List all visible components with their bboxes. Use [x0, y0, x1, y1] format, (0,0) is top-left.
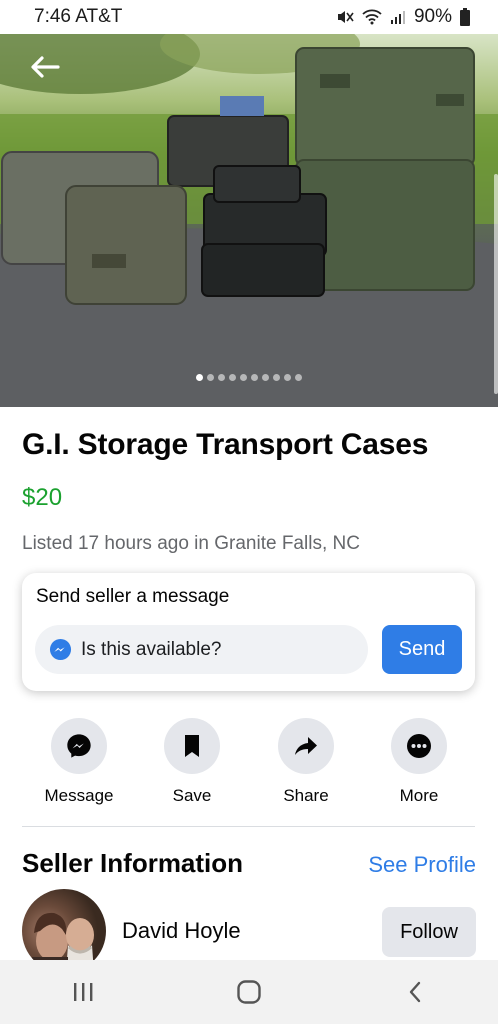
send-message-card: Send seller a message Is this available?…	[22, 573, 475, 691]
send-button[interactable]: Send	[382, 625, 462, 674]
pager-dot[interactable]	[251, 374, 258, 381]
back-arrow-icon	[31, 56, 60, 78]
listing-title: G.I. Storage Transport Cases	[22, 428, 429, 461]
status-carrier: AT&T	[75, 6, 123, 27]
message-action-label: Message	[44, 786, 114, 805]
more-action[interactable]: More	[374, 718, 464, 806]
home-button[interactable]	[219, 972, 279, 1012]
seller-section-title: Seller Information	[22, 848, 244, 878]
back-button[interactable]	[28, 54, 62, 80]
status-time: 7:46	[34, 6, 71, 27]
more-action-label: More	[399, 786, 439, 805]
bookmark-icon	[185, 735, 199, 757]
pager-dot[interactable]	[196, 374, 203, 381]
save-action[interactable]: Save	[147, 718, 237, 806]
share-action-circle	[278, 718, 334, 774]
status-left: 7:46 AT&T	[34, 6, 122, 28]
pager-dot[interactable]	[262, 374, 269, 381]
message-input[interactable]: Is this available?	[35, 625, 368, 674]
save-action-circle	[164, 718, 220, 774]
pager-dot[interactable]	[229, 374, 236, 381]
pager-dot[interactable]	[284, 374, 291, 381]
see-profile-link[interactable]: See Profile	[368, 852, 476, 878]
pager-dot[interactable]	[240, 374, 247, 381]
system-back-button[interactable]	[385, 972, 445, 1012]
scroll-indicator	[494, 174, 498, 394]
pager-dot[interactable]	[218, 374, 225, 381]
storage-cases-illustration	[0, 34, 498, 407]
battery-percent: 90%	[413, 6, 452, 27]
wifi-icon	[362, 9, 382, 25]
battery-icon	[460, 8, 470, 26]
message-action-circle	[51, 718, 107, 774]
send-message-title: Send seller a message	[36, 586, 230, 607]
message-action[interactable]: Message	[34, 718, 124, 806]
listing-price: $20	[22, 484, 63, 511]
home-icon	[237, 980, 261, 1004]
action-bar: Message Save Share More	[0, 718, 498, 808]
messenger-icon	[49, 638, 72, 661]
chevron-left-icon	[409, 981, 421, 1003]
signal-icon	[390, 9, 406, 25]
recent-apps-button[interactable]	[53, 972, 113, 1012]
listing-meta: Listed 17 hours ago in Granite Falls, NC	[22, 533, 360, 554]
status-bar: 7:46 AT&T 90%	[0, 0, 498, 34]
seller-name[interactable]: David Hoyle	[122, 918, 241, 944]
more-action-circle	[391, 718, 447, 774]
photo-pager[interactable]	[0, 374, 498, 381]
section-divider	[22, 826, 475, 827]
mute-icon	[336, 9, 354, 25]
recent-apps-icon	[74, 983, 93, 1001]
follow-button[interactable]: Follow	[382, 907, 476, 957]
listing-photo[interactable]	[0, 34, 498, 407]
share-action[interactable]: Share	[261, 718, 351, 806]
pager-dot[interactable]	[207, 374, 214, 381]
status-right: 90%	[336, 6, 470, 28]
pager-dot[interactable]	[295, 374, 302, 381]
messenger-icon	[67, 734, 91, 758]
share-icon	[295, 737, 317, 755]
system-nav-bar	[0, 960, 498, 1024]
save-action-label: Save	[172, 786, 212, 805]
pager-dot[interactable]	[273, 374, 280, 381]
message-input-text: Is this available?	[81, 638, 222, 660]
share-action-label: Share	[283, 786, 329, 805]
more-icon	[407, 734, 431, 758]
